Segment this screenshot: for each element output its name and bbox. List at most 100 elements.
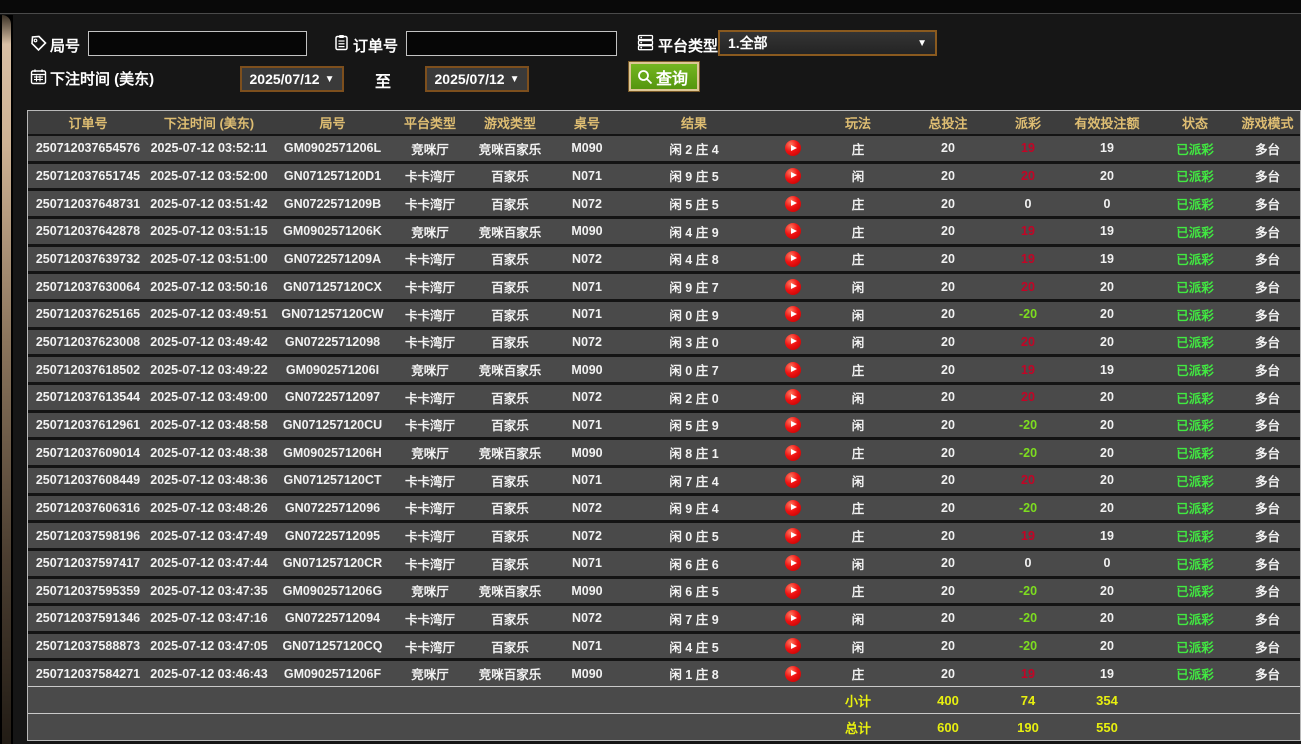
cell-play-type: 庄 — [851, 585, 865, 600]
video-play-button[interactable] — [785, 195, 801, 212]
video-play-button[interactable] — [785, 140, 801, 157]
col-result: 结果 — [680, 116, 707, 131]
cell-round-number: GN0722571209B — [283, 196, 382, 211]
cell-game-type: 百家乐 — [491, 170, 529, 185]
cell-game-type: 百家乐 — [491, 557, 529, 572]
video-play-button[interactable] — [785, 223, 801, 240]
cell-platform-type: 竞咪厅 — [411, 225, 449, 240]
cell-play-type: 庄 — [851, 502, 865, 517]
cell-payout: 19 — [1021, 141, 1035, 156]
left-decorative-border — [2, 15, 11, 744]
cell-game-type: 百家乐 — [491, 474, 529, 489]
cell-video — [769, 472, 817, 489]
cell-status: 已派彩 — [1176, 198, 1214, 213]
subtotal-valid-bet: 354 — [1096, 692, 1118, 708]
cell-valid-bet: 19 — [1100, 666, 1114, 681]
cell-payout: -20 — [1018, 417, 1038, 432]
cell-result: 闲 6 庄 6 — [669, 557, 719, 572]
video-play-button[interactable] — [785, 527, 801, 544]
table-header-row: 订单号 下注时间 (美东) 局号 平台类型 游戏类型 桌号 结果 玩法 总投注 派彩 有效投注额 状态… — [28, 111, 1300, 136]
cell-result: 闲 5 庄 5 — [669, 198, 719, 213]
order-number-input[interactable] — [406, 31, 617, 56]
video-play-button[interactable] — [785, 665, 801, 682]
cell-round-number: GM0902571206I — [285, 362, 380, 377]
cell-platform-type: 卡卡湾厅 — [404, 198, 455, 213]
cell-valid-bet: 19 — [1100, 362, 1114, 377]
table-row: 250712037595359 2025-07-12 03:47:35 GM0902… — [28, 578, 1300, 607]
cell-play-type: 庄 — [851, 447, 865, 462]
chevron-down-icon: ▼ — [509, 73, 520, 85]
cell-total-bet: 20 — [941, 251, 955, 266]
cell-valid-bet: 19 — [1100, 141, 1114, 156]
cell-bet-time: 2025-07-12 03:46:43 — [150, 666, 268, 681]
cell-round-number: GM0902571206F — [283, 666, 382, 681]
cell-result: 闲 4 庄 9 — [669, 225, 719, 240]
video-play-button[interactable] — [785, 444, 801, 461]
platform-type-select[interactable]: 1.全部 ▼ — [718, 30, 937, 56]
video-play-button[interactable] — [785, 555, 801, 572]
cell-round-number: GM0902571206K — [283, 224, 382, 239]
cell-payout: 19 — [1021, 251, 1035, 266]
cell-status: 已派彩 — [1176, 281, 1214, 296]
video-play-button[interactable] — [785, 278, 801, 295]
date-from-picker[interactable]: 2025/07/12 ▼ — [240, 66, 344, 92]
cell-play-type: 闲 — [851, 557, 865, 572]
cell-video — [769, 665, 817, 682]
round-number-input[interactable] — [88, 31, 307, 56]
table-row: 250712037648731 2025-07-12 03:51:42 GN0722… — [28, 191, 1300, 219]
video-play-button[interactable] — [785, 333, 801, 350]
video-play-button[interactable] — [785, 306, 801, 323]
cell-platform-type: 卡卡湾厅 — [404, 308, 455, 323]
video-play-button[interactable] — [785, 472, 801, 489]
query-button[interactable]: 查询 — [627, 61, 701, 92]
round-number-label: 局号 — [50, 38, 81, 55]
grand-total-valid-bet: 550 — [1096, 719, 1118, 735]
cell-round-number: GN07225712095 — [284, 528, 381, 543]
cell-bet-time: 2025-07-12 03:49:22 — [150, 362, 268, 377]
cell-platform-type: 卡卡湾厅 — [404, 419, 455, 434]
cell-total-bet: 20 — [941, 666, 955, 681]
cell-payout: -20 — [1018, 307, 1038, 322]
cell-game-type: 百家乐 — [491, 336, 529, 351]
video-play-button[interactable] — [785, 389, 801, 406]
cell-bet-time: 2025-07-12 03:47:49 — [150, 528, 268, 543]
cell-game-type: 百家乐 — [491, 640, 529, 655]
cell-valid-bet: 0 — [1103, 556, 1111, 571]
cell-valid-bet: 20 — [1100, 390, 1114, 405]
cell-game-type: 百家乐 — [491, 281, 529, 296]
col-table: 桌号 — [573, 116, 600, 131]
cell-status: 已派彩 — [1176, 557, 1214, 572]
cell-video — [769, 582, 817, 599]
cell-platform-type: 卡卡湾厅 — [404, 502, 455, 517]
cell-game-mode: 多台 — [1254, 474, 1280, 489]
cell-order-number: 250712037630064 — [35, 279, 141, 294]
cell-status: 已派彩 — [1176, 142, 1214, 157]
video-play-button[interactable] — [785, 416, 801, 433]
video-play-button[interactable] — [785, 582, 801, 599]
video-play-button[interactable] — [785, 610, 801, 627]
video-play-button[interactable] — [785, 499, 801, 516]
cell-platform-type: 卡卡湾厅 — [404, 640, 455, 655]
cell-status: 已派彩 — [1176, 308, 1214, 323]
cell-total-bet: 20 — [941, 556, 955, 571]
to-label: 至 — [375, 74, 392, 91]
video-play-button[interactable] — [785, 250, 801, 267]
cell-play-type: 庄 — [851, 198, 865, 213]
video-play-button[interactable] — [785, 638, 801, 655]
cell-total-bet: 20 — [941, 583, 955, 598]
video-play-button[interactable] — [785, 167, 801, 184]
cell-platform-type: 竞咪厅 — [411, 364, 449, 379]
date-to-picker[interactable]: 2025/07/12 ▼ — [425, 66, 529, 92]
col-platform: 平台类型 — [403, 116, 456, 131]
cell-result: 闲 1 庄 8 — [669, 668, 719, 683]
grand-total-label: 总计 — [844, 720, 871, 736]
cell-order-number: 250712037654576 — [35, 141, 141, 156]
col-play: 玩法 — [844, 116, 871, 131]
table-row: 250712037612961 2025-07-12 03:48:58 GN0712… — [28, 412, 1300, 441]
cell-result: 闲 9 庄 7 — [669, 281, 719, 296]
cell-round-number: GN071257120D1 — [283, 168, 382, 183]
cell-valid-bet: 20 — [1100, 417, 1114, 432]
cell-total-bet: 20 — [941, 390, 955, 405]
video-play-button[interactable] — [785, 361, 801, 378]
subtotal-row: 小计 400 74 354 — [28, 686, 1300, 713]
